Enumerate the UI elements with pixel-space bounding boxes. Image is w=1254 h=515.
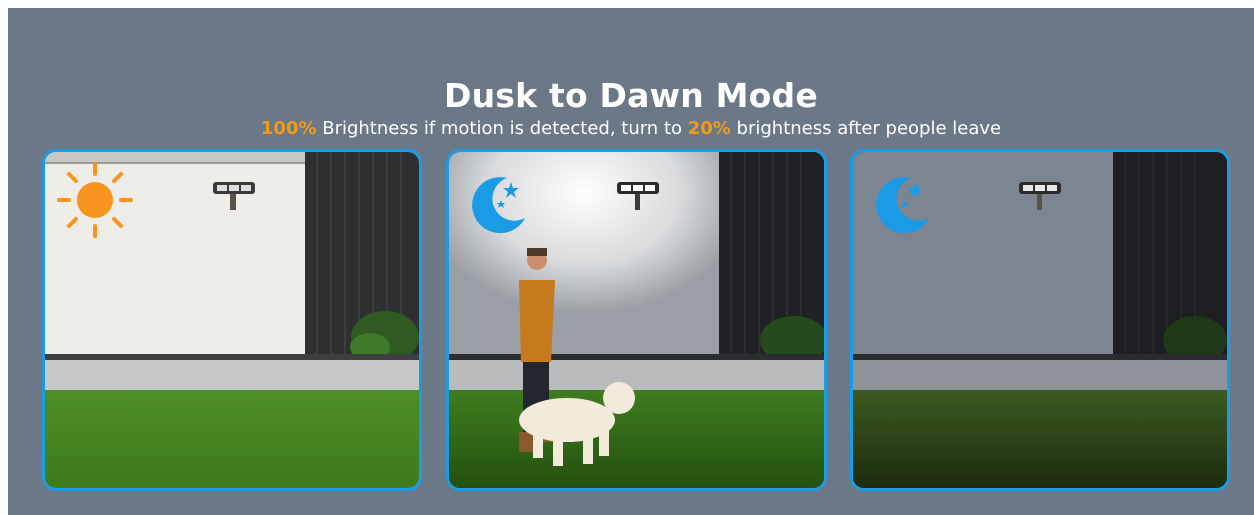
feature-banner: Dusk to Dawn Mode 100% Brightness if mot… — [8, 8, 1254, 515]
subtitle-text-mid: Brightness if motion is detected, turn t… — [316, 118, 688, 139]
dimmed-scene-panel — [850, 149, 1230, 491]
page-title: Dusk to Dawn Mode — [444, 76, 818, 115]
motion-scene-image — [449, 152, 824, 488]
day-scene-image — [45, 152, 419, 488]
full-brightness-value: 100% — [260, 118, 317, 139]
motion-scene-panel — [446, 149, 827, 491]
subtitle: 100% Brightness if motion is detected, t… — [8, 118, 1254, 139]
dimmed-scene-image — [853, 152, 1227, 488]
subtitle-text-end: brightness after people leave — [730, 118, 1002, 139]
day-scene-panel — [42, 149, 422, 491]
sun-icon — [57, 162, 133, 238]
low-brightness-value: 20% — [687, 118, 731, 139]
